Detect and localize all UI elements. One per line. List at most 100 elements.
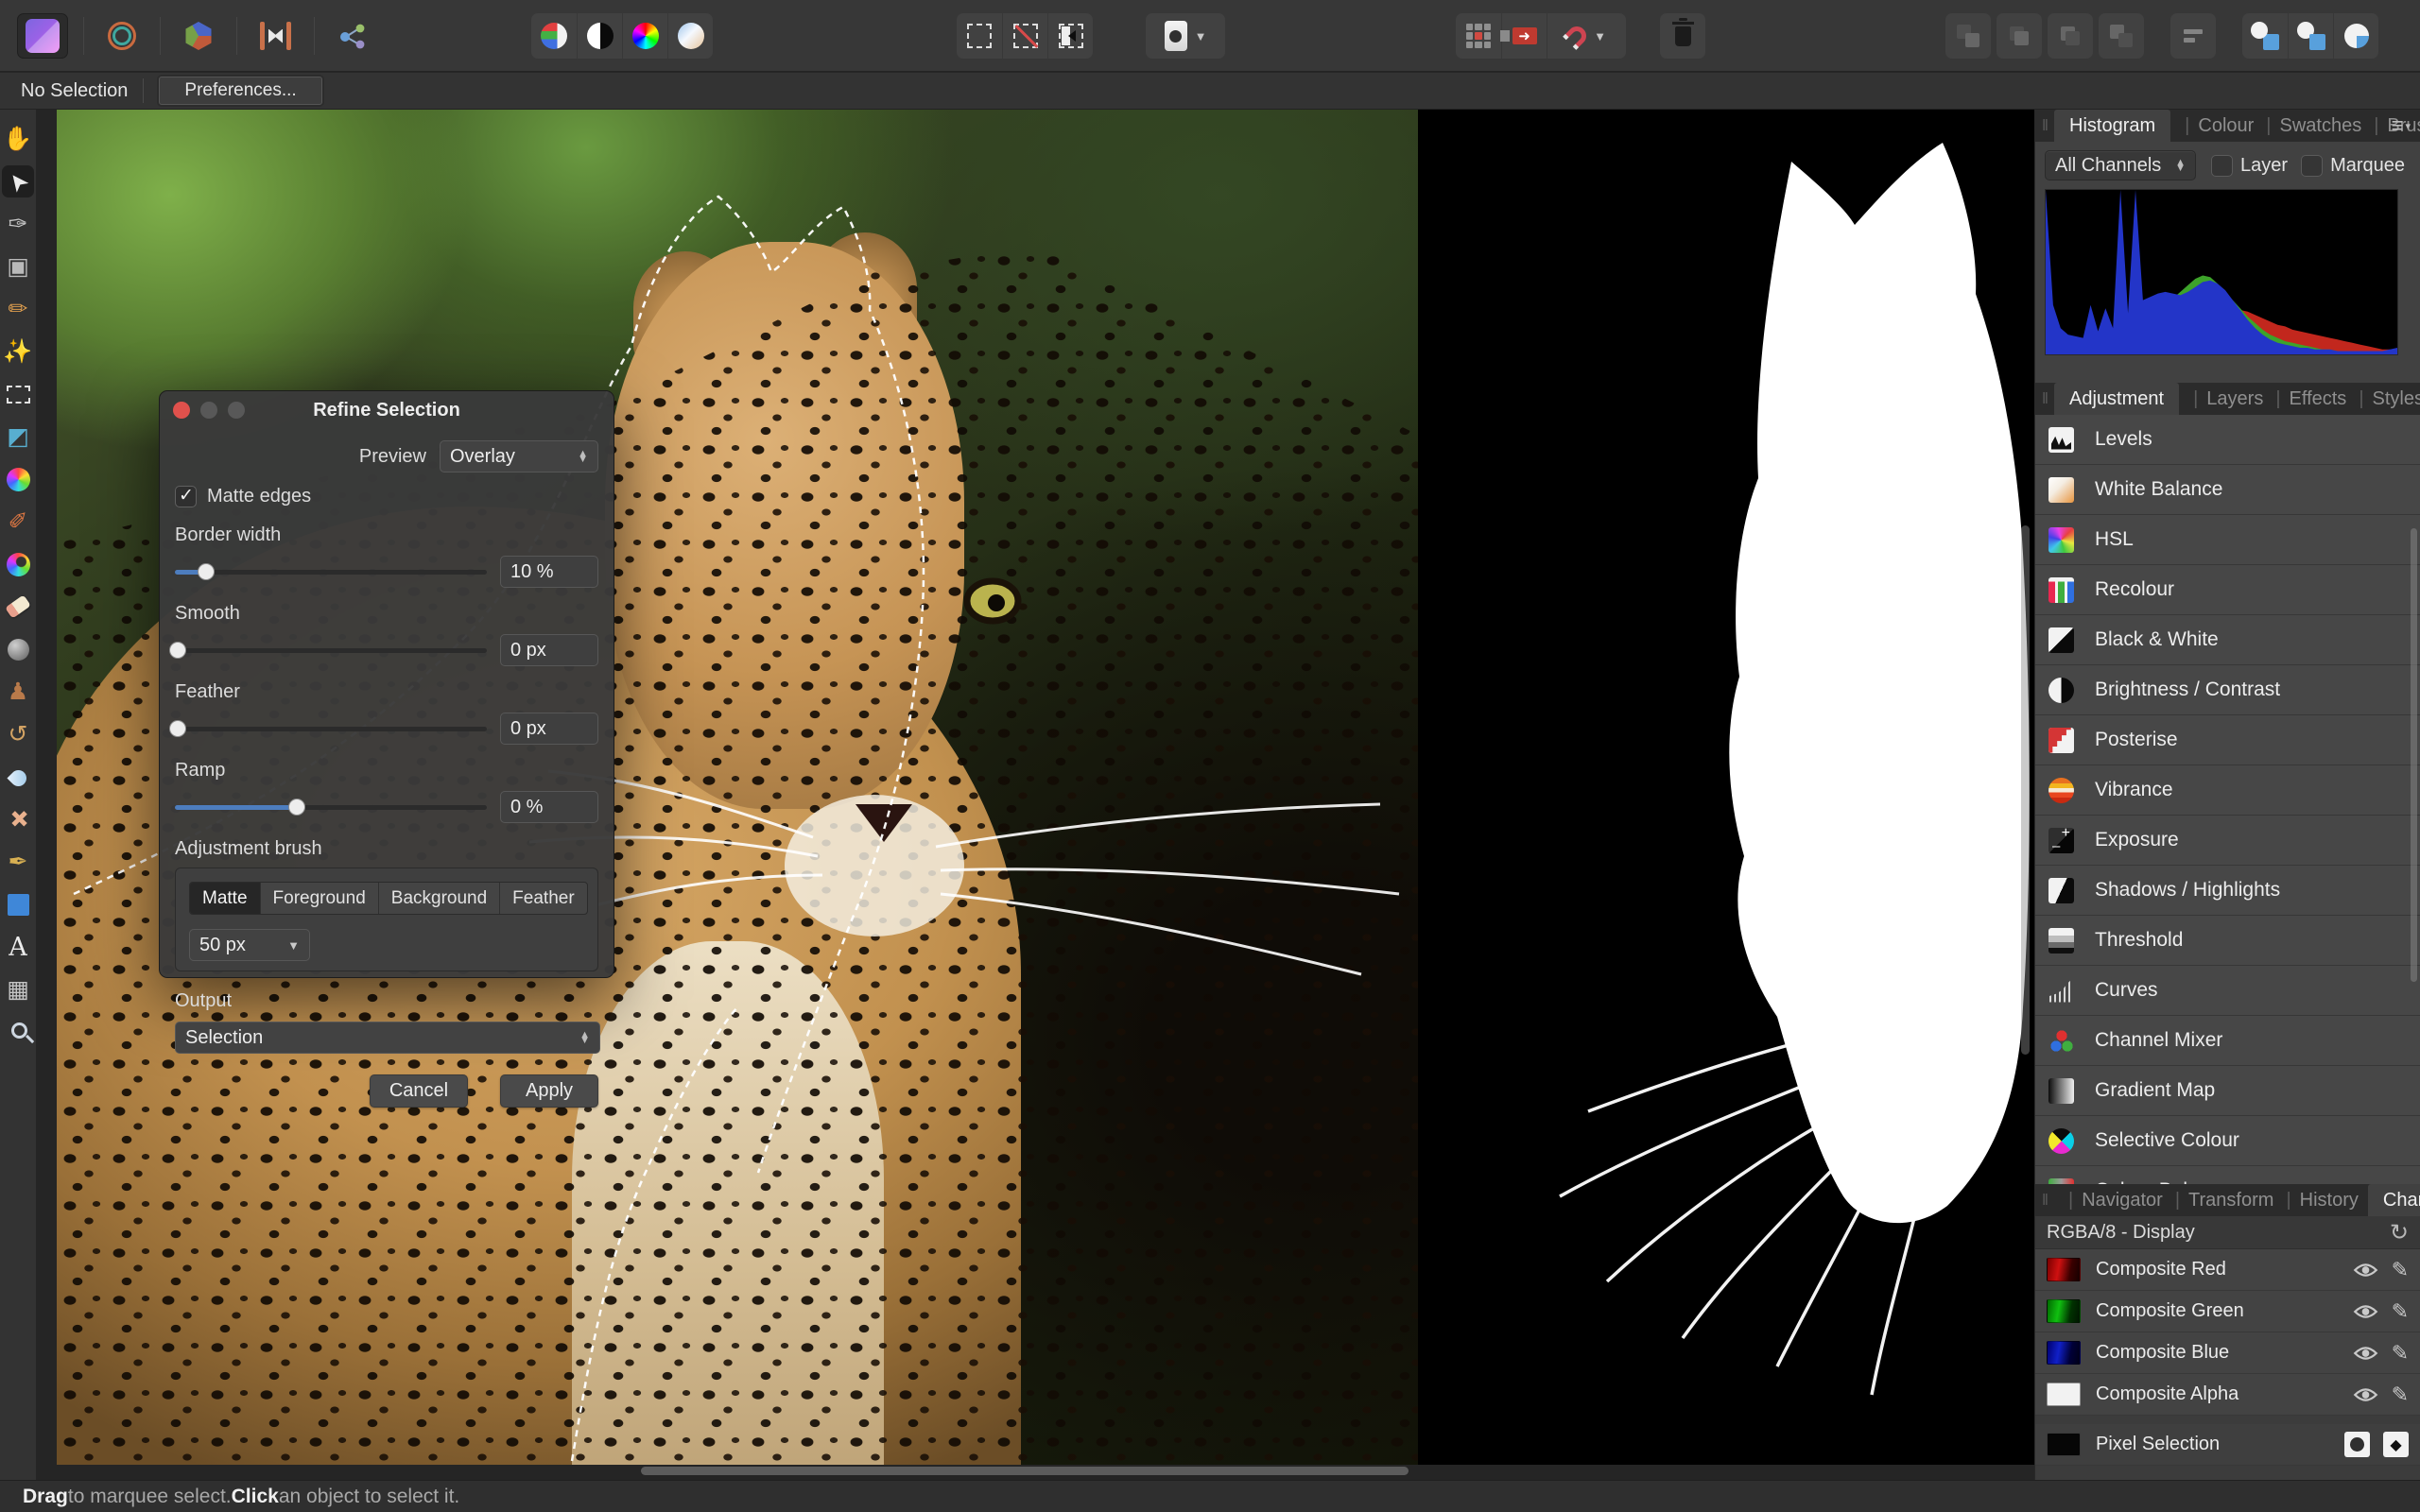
tab-transform[interactable]: Transform: [2165, 1190, 2276, 1211]
channel-row-pixel-selection[interactable]: Pixel Selection◆: [2035, 1424, 2420, 1466]
adjustment-vibrance[interactable]: Vibrance: [2035, 765, 2420, 816]
crop-tool[interactable]: ▣: [2, 250, 34, 283]
slider-track[interactable]: [175, 805, 487, 810]
erase-tool[interactable]: [2, 591, 34, 623]
tab-colour[interactable]: Colour: [2174, 115, 2256, 137]
text-tool[interactable]: A: [2, 931, 34, 963]
tab-adjustment[interactable]: Adjustment: [2054, 383, 2179, 415]
adjustment-selective-colour[interactable]: Selective Colour: [2035, 1116, 2420, 1166]
tab-histogram[interactable]: Histogram: [2054, 110, 2170, 142]
zoom-button[interactable]: [228, 402, 245, 419]
slider-track[interactable]: [175, 648, 487, 653]
dodge-brush-tool[interactable]: [2, 633, 34, 665]
slider-value[interactable]: 0 %: [500, 791, 598, 823]
auto-white-balance-button[interactable]: [667, 13, 713, 59]
paint-brush-tool[interactable]: ✐: [2, 506, 34, 538]
adjustment-curves[interactable]: Curves: [2035, 966, 2420, 1016]
marquee-checkbox[interactable]: [2301, 155, 2323, 177]
slider-track[interactable]: [175, 727, 487, 731]
export-persona-button[interactable]: [330, 13, 375, 59]
subtract-selection-button[interactable]: [1002, 13, 1047, 59]
rectangle-tool[interactable]: [2, 888, 34, 920]
channel-selector[interactable]: All Channels ▲▼: [2045, 150, 2196, 180]
edit-icon[interactable]: ✎: [2392, 1341, 2409, 1366]
preferences-button[interactable]: Preferences...: [159, 77, 321, 105]
adjustment-posterise[interactable]: Posterise: [2035, 715, 2420, 765]
healing-brush-tool[interactable]: ✚: [2, 803, 34, 835]
output-select[interactable]: Selection ▲▼: [175, 1022, 600, 1054]
channel-row-red[interactable]: Composite Red✎: [2035, 1249, 2420, 1291]
move-backward-button[interactable]: [2048, 13, 2093, 59]
eye-icon[interactable]: [2353, 1303, 2378, 1320]
pixel-grid-button[interactable]: [1456, 13, 1501, 59]
flood-select-tool[interactable]: ✨: [2, 335, 34, 368]
delete-button[interactable]: [1660, 13, 1705, 59]
auto-colour-button[interactable]: [622, 13, 667, 59]
channel-row-alpha[interactable]: Composite Alpha✎: [2035, 1374, 2420, 1416]
close-button[interactable]: [173, 402, 190, 419]
preview-select[interactable]: Overlay ▲▼: [440, 440, 598, 472]
adjustment-brightness-contrast[interactable]: Brightness / Contrast: [2035, 665, 2420, 715]
transform-origin-button[interactable]: ➜: [1501, 13, 1547, 59]
selection-circle-icon[interactable]: [2344, 1432, 2370, 1457]
reset-icon[interactable]: ↻: [2390, 1219, 2409, 1246]
tab-layers[interactable]: Layers: [2183, 388, 2265, 410]
pen-tool[interactable]: ✒: [2, 846, 34, 878]
slider-value[interactable]: 10 %: [500, 556, 598, 588]
slider-value[interactable]: 0 px: [500, 713, 598, 745]
eye-icon[interactable]: [2353, 1345, 2378, 1362]
move-to-front-button[interactable]: [1945, 13, 1991, 59]
edit-icon[interactable]: ✎: [2392, 1299, 2409, 1324]
blur-tool[interactable]: [2, 761, 34, 793]
undo-brush-tool[interactable]: ↺: [2, 718, 34, 750]
adjustment-white-balance[interactable]: White Balance: [2035, 465, 2420, 515]
tab-swatches[interactable]: Swatches: [2256, 115, 2363, 137]
edit-icon[interactable]: ✎: [2392, 1258, 2409, 1282]
adjustment-exposure[interactable]: Exposure: [2035, 816, 2420, 866]
colour-picker-tool[interactable]: ✑: [2, 208, 34, 240]
tab-channels[interactable]: Channels: [2368, 1184, 2420, 1216]
adjustment-hsl[interactable]: HSL: [2035, 515, 2420, 565]
adjustment-scrollbar[interactable]: [2411, 528, 2417, 982]
intersect-selection-button[interactable]: [1047, 13, 1093, 59]
gradient-tool[interactable]: [2, 463, 34, 495]
auto-contrast-button[interactable]: [577, 13, 622, 59]
slider-knob[interactable]: [169, 642, 186, 659]
liquify-persona-button[interactable]: [252, 13, 299, 59]
slider-knob[interactable]: [288, 799, 305, 816]
move-forward-button[interactable]: [1996, 13, 2042, 59]
layer-checkbox[interactable]: [2211, 155, 2233, 177]
cancel-button[interactable]: Cancel: [370, 1074, 468, 1108]
colour-replacement-brush-tool[interactable]: [2, 548, 34, 580]
auto-levels-button[interactable]: [531, 13, 577, 59]
tab-effects[interactable]: Effects: [2265, 388, 2348, 410]
horizontal-scrollbar[interactable]: [641, 1467, 1409, 1475]
vertical-scrollbar[interactable]: [2021, 525, 2030, 1055]
channel-row-green[interactable]: Composite Green✎: [2035, 1291, 2420, 1332]
panel-menu-icon[interactable]: ≡▾: [2392, 110, 2411, 142]
assistant-button[interactable]: ▼: [1146, 13, 1225, 59]
slider-value[interactable]: 0 px: [500, 634, 598, 666]
adjustment-black-white[interactable]: Black & White: [2035, 615, 2420, 665]
selection-brush-tool[interactable]: ✏: [2, 293, 34, 325]
panel-splitter-icon[interactable]: ‖: [2042, 383, 2047, 415]
slider-knob[interactable]: [198, 563, 215, 580]
brush-mode-foreground[interactable]: Foreground: [260, 883, 378, 914]
dialog-titlebar[interactable]: Refine Selection: [160, 391, 614, 429]
develop-persona-button[interactable]: [99, 13, 145, 59]
brush-size-select[interactable]: 50 px ▼: [189, 929, 310, 961]
minimize-button[interactable]: [200, 402, 217, 419]
brush-mode-feather[interactable]: Feather: [499, 883, 586, 914]
matte-edges-checkbox[interactable]: [175, 486, 197, 507]
snapping-button[interactable]: ▼: [1547, 13, 1626, 59]
geometry-add-button[interactable]: [2242, 13, 2288, 59]
eye-icon[interactable]: [2353, 1262, 2378, 1279]
selection-diamond-icon[interactable]: ◆: [2383, 1432, 2409, 1457]
adjustment-channel-mixer[interactable]: Channel Mixer: [2035, 1016, 2420, 1066]
geometry-subtract-button[interactable]: [2288, 13, 2333, 59]
view-tool[interactable]: ✋: [2, 123, 34, 155]
clone-stamp-tool[interactable]: ♟: [2, 676, 34, 708]
tab-navigator[interactable]: Navigator: [2058, 1190, 2165, 1211]
tab-history[interactable]: History: [2275, 1190, 2360, 1211]
geometry-divide-button[interactable]: [2333, 13, 2378, 59]
